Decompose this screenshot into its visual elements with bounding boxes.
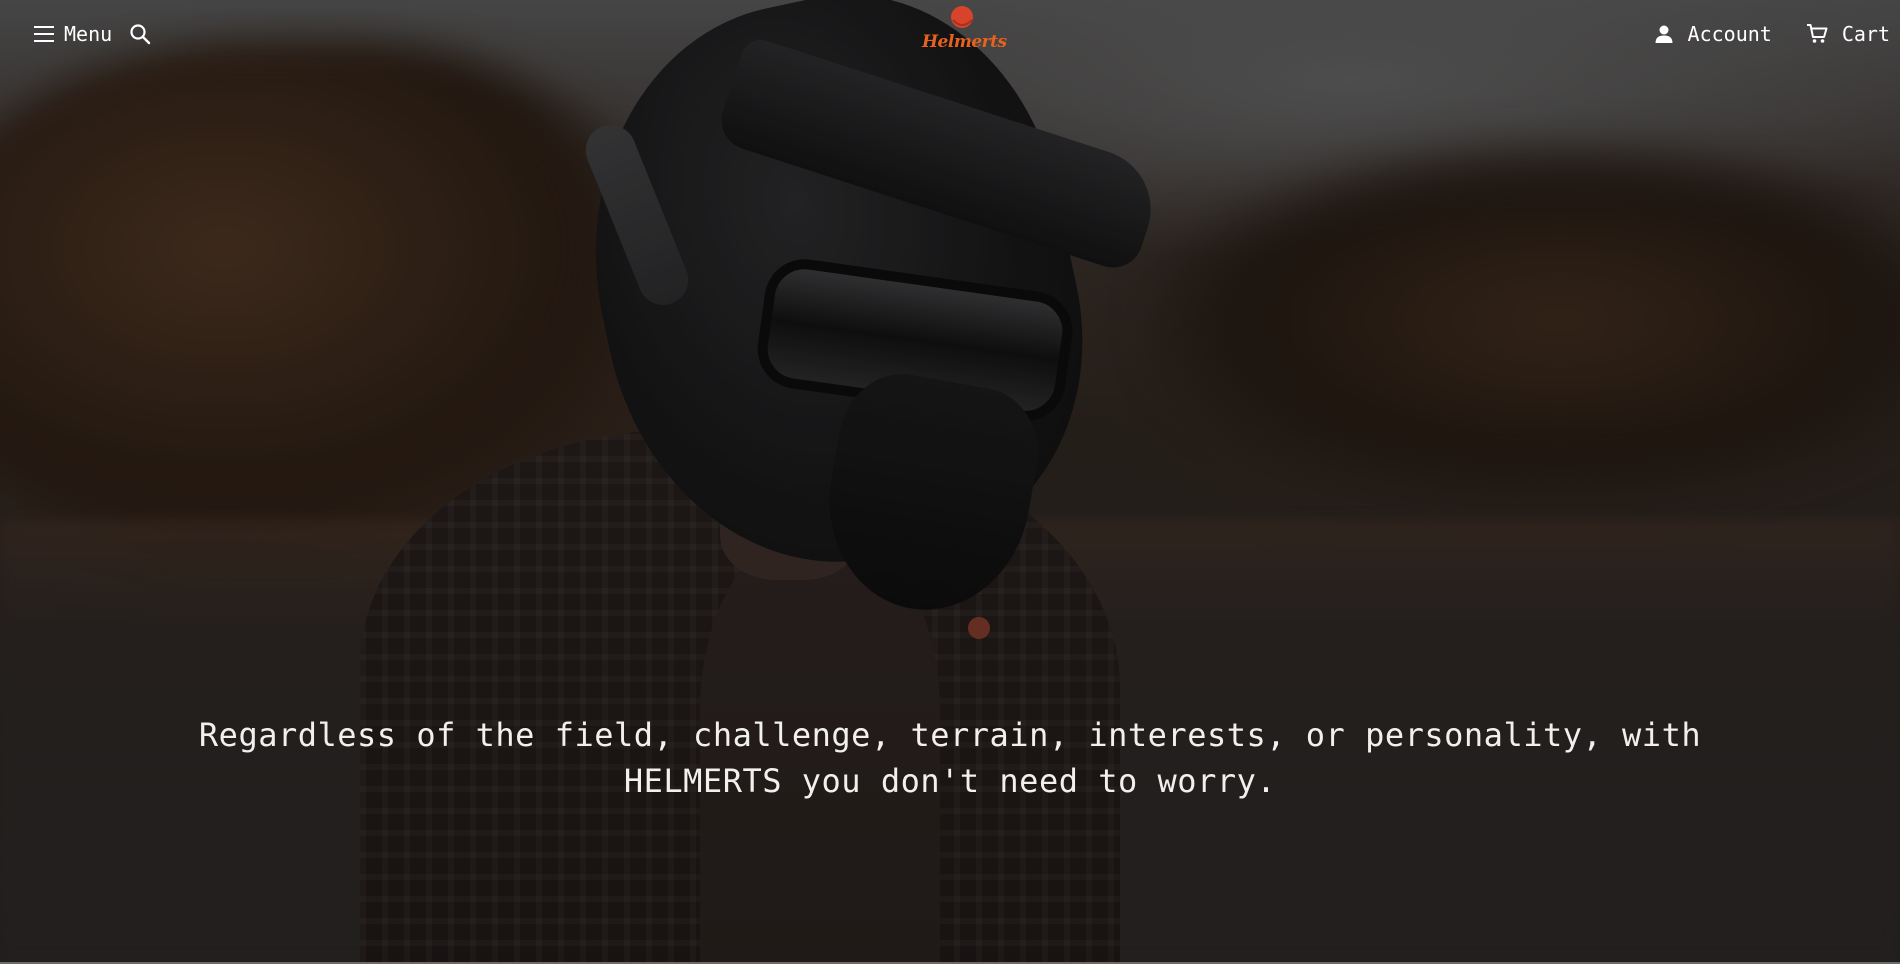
cart-label: Cart	[1841, 22, 1890, 46]
menu-button[interactable]: Menu	[34, 22, 112, 46]
account-link[interactable]: Account	[1654, 22, 1772, 46]
cart-link[interactable]: Cart	[1806, 22, 1890, 46]
hero-banner: Menu Helmerts Account Cart Regardless of…	[0, 0, 1900, 964]
header-left-nav: Menu	[34, 22, 152, 46]
header-right-nav: Account Cart	[1654, 22, 1890, 46]
menu-label: Menu	[64, 22, 113, 46]
hamburger-icon	[34, 26, 54, 42]
site-header: Menu Helmerts Account Cart	[0, 0, 1900, 72]
account-label: Account	[1687, 22, 1772, 46]
hero-tagline: Regardless of the field, challenge, terr…	[198, 716, 1702, 800]
search-icon	[130, 24, 151, 45]
logo-wordmark: Helmerts	[922, 32, 1007, 52]
cart-icon	[1806, 24, 1828, 43]
account-icon	[1655, 25, 1673, 43]
site-logo[interactable]: Helmerts	[916, 4, 1007, 58]
hero-overlay	[0, 0, 1900, 964]
search-button[interactable]	[128, 22, 152, 46]
